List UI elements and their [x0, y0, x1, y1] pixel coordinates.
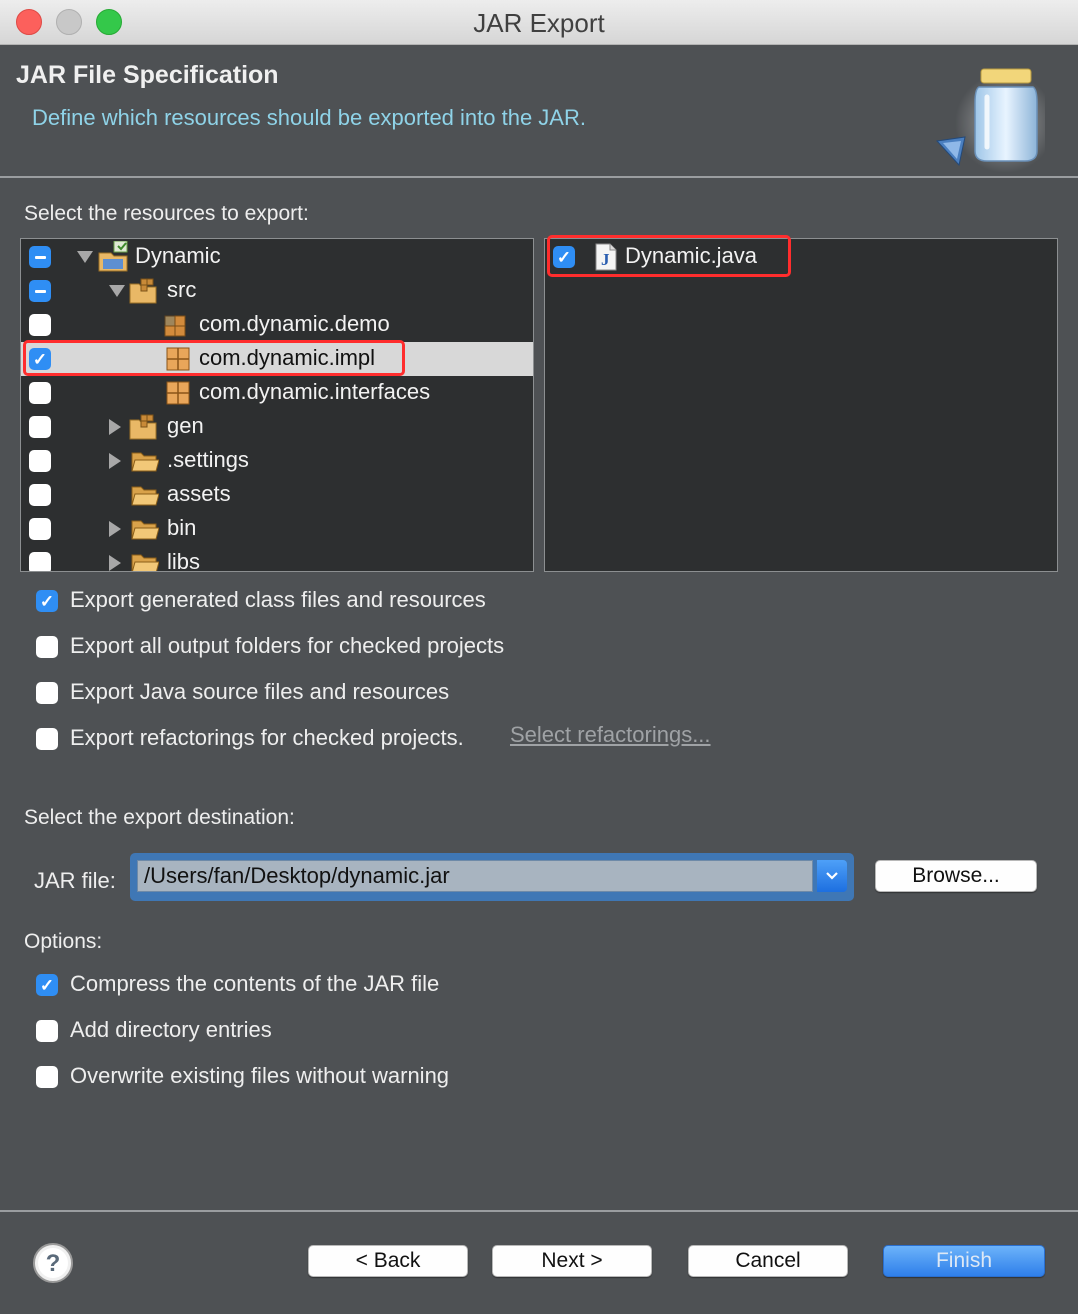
compress-checkbox[interactable]: ✓: [36, 974, 58, 996]
option-label: Compress the contents of the JAR file: [70, 971, 440, 996]
tree-row-bin[interactable]: bin: [21, 512, 533, 546]
tree-checkbox-com-dynamic-interfaces[interactable]: [29, 382, 51, 404]
export-output-folders-checkbox[interactable]: [36, 636, 58, 658]
tree-label: gen: [167, 413, 204, 438]
tree-checkbox-bin[interactable]: [29, 518, 51, 540]
package-icon: [164, 315, 186, 337]
jar-file-label: JAR file:: [34, 868, 116, 893]
tree-checkbox-src[interactable]: [29, 280, 51, 302]
folder-icon: [131, 486, 159, 506]
chevron-down-icon: [826, 872, 838, 880]
tree-checkbox-assets[interactable]: [29, 484, 51, 506]
folder-icon: [131, 452, 159, 472]
next-button[interactable]: Next >: [492, 1245, 652, 1277]
footer-separator: [0, 1210, 1078, 1212]
tree-row-com-dynamic-interfaces[interactable]: com.dynamic.interfaces: [21, 376, 533, 410]
file-list[interactable]: ✓ J Dynamic.java: [544, 238, 1058, 572]
back-button[interactable]: < Back: [308, 1245, 468, 1277]
overwrite-checkbox[interactable]: [36, 1066, 58, 1088]
tree-label: src: [167, 277, 197, 302]
help-icon[interactable]: ?: [32, 1242, 74, 1284]
cancel-button[interactable]: Cancel: [688, 1245, 848, 1277]
tree-checkbox-com-dynamic-impl[interactable]: ✓: [29, 348, 51, 370]
file-row-dynamic-java[interactable]: ✓ J Dynamic.java: [545, 240, 1057, 274]
tree-label: assets: [167, 481, 231, 506]
file-label: Dynamic.java: [625, 243, 758, 268]
source-folder-icon: [129, 278, 157, 304]
file-checkbox-dynamic-java[interactable]: ✓: [553, 246, 575, 268]
jar-icon: [935, 68, 1045, 173]
tree-checkbox-dynamic[interactable]: [29, 246, 51, 268]
jar-file-input[interactable]: [137, 860, 813, 892]
export-refactorings-checkbox[interactable]: [36, 728, 58, 750]
tree-label: com.dynamic.impl: [199, 345, 376, 370]
folder-icon: [131, 520, 159, 540]
folder-icon: [131, 554, 159, 571]
resource-tree[interactable]: Dynamic src com.dynamic.demo ✓ com.dynam…: [20, 238, 534, 572]
tree-label: bin: [167, 515, 197, 540]
export-source-files-checkbox[interactable]: [36, 682, 58, 704]
collapse-triangle-icon[interactable]: [109, 555, 121, 571]
package-icon: [166, 347, 190, 371]
option-label: Export all output folders for checked pr…: [70, 633, 505, 658]
tree-row-com-dynamic-demo[interactable]: com.dynamic.demo: [21, 308, 533, 342]
option-label: Export generated class files and resourc…: [70, 587, 486, 612]
title-bar: JAR Export: [0, 0, 1078, 45]
expand-triangle-icon[interactable]: [109, 285, 125, 297]
tree-row-src[interactable]: src: [21, 274, 533, 308]
expand-triangle-icon[interactable]: [77, 251, 93, 263]
tree-row-com-dynamic-impl[interactable]: ✓ com.dynamic.impl: [21, 342, 533, 376]
collapse-triangle-icon[interactable]: [109, 453, 121, 469]
tree-label: libs: [167, 549, 201, 572]
tree-row-settings[interactable]: .settings: [21, 444, 533, 478]
collapse-triangle-icon[interactable]: [109, 419, 121, 435]
tree-label: Dynamic: [135, 243, 221, 268]
options-label: Options:: [24, 930, 103, 953]
page-title: JAR File Specification: [16, 61, 279, 89]
java-project-icon: [98, 241, 128, 272]
jar-file-dropdown-button[interactable]: [817, 860, 847, 892]
window-title: JAR Export: [473, 8, 605, 38]
tree-checkbox-com-dynamic-demo[interactable]: [29, 314, 51, 336]
option-label: Overwrite existing files without warning: [70, 1063, 450, 1088]
package-icon: [166, 381, 190, 405]
tree-row-libs[interactable]: libs: [21, 546, 533, 572]
tree-label: com.dynamic.demo: [199, 311, 390, 336]
tree-label: com.dynamic.interfaces: [199, 379, 431, 404]
java-file-icon: J: [595, 243, 617, 271]
destination-label: Select the export destination:: [24, 806, 295, 829]
wizard-header: JAR File Specification Define which reso…: [0, 45, 1078, 176]
source-folder-icon: [129, 414, 157, 440]
tree-row-assets[interactable]: assets: [21, 478, 533, 512]
jar-file-combo[interactable]: [130, 853, 854, 901]
resources-label: Select the resources to export:: [24, 202, 309, 225]
finish-button[interactable]: Finish: [883, 1245, 1045, 1277]
tree-label: .settings: [167, 447, 249, 472]
tree-checkbox-settings[interactable]: [29, 450, 51, 472]
option-label: Add directory entries: [70, 1017, 272, 1042]
tree-row-dynamic[interactable]: Dynamic: [21, 240, 533, 274]
page-description: Define which resources should be exporte…: [32, 105, 586, 130]
select-refactorings-link[interactable]: Select refactorings...: [510, 722, 711, 748]
export-class-files-checkbox[interactable]: ✓: [36, 590, 58, 612]
collapse-triangle-icon[interactable]: [109, 521, 121, 537]
svg-text:?: ?: [46, 1250, 61, 1277]
directory-entries-checkbox[interactable]: [36, 1020, 58, 1042]
svg-text:J: J: [601, 250, 610, 269]
tree-checkbox-gen[interactable]: [29, 416, 51, 438]
browse-button[interactable]: Browse...: [875, 860, 1037, 892]
tree-checkbox-libs[interactable]: [29, 552, 51, 571]
tree-row-gen[interactable]: gen: [21, 410, 533, 444]
option-label: Export Java source files and resources: [70, 679, 450, 704]
option-label: Export refactorings for checked projects…: [70, 725, 464, 750]
header-separator: [0, 176, 1078, 178]
